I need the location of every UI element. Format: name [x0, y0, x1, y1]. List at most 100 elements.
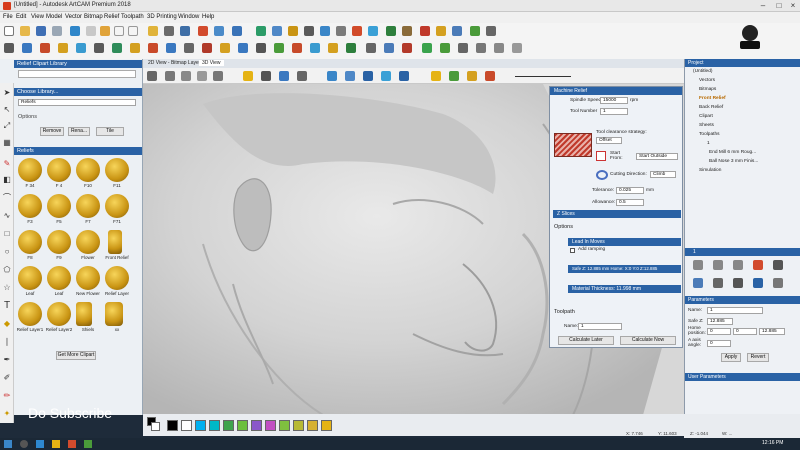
edit-icon[interactable] — [713, 278, 723, 288]
toolbar-icon-12[interactable] — [436, 26, 446, 36]
toolbar-icon-8[interactable] — [368, 26, 378, 36]
gradient-icon[interactable] — [485, 71, 495, 81]
tab-3d-view[interactable]: 3D View — [199, 60, 224, 66]
move-up-icon[interactable] — [693, 260, 703, 270]
bitmap-tool-icon[interactable] — [232, 26, 242, 36]
get-more-clipart-button[interactable]: Get More Clipart — [56, 351, 96, 360]
marker-icon[interactable]: ✏ — [2, 391, 12, 401]
arrow-up-icon[interactable] — [713, 260, 723, 270]
scale-icon[interactable] — [366, 43, 376, 53]
swatch-yellow[interactable] — [321, 420, 332, 431]
param-home-x[interactable]: 0 — [707, 328, 731, 335]
node-edit-icon[interactable] — [40, 43, 50, 53]
toolbar-icon-2[interactable] — [272, 26, 282, 36]
library-select[interactable]: Reliefs — [18, 99, 136, 106]
tree-untitled[interactable]: (Untitled) — [693, 69, 712, 74]
import-icon[interactable] — [52, 26, 62, 36]
relief-thumb-flower[interactable] — [76, 230, 100, 254]
calculate-now-button[interactable]: Calculate Now — [620, 336, 676, 345]
tree-front-relief[interactable]: Front Relief — [699, 96, 726, 101]
text-tool-icon[interactable] — [220, 43, 230, 53]
relief-thumb-f9[interactable] — [47, 230, 71, 254]
relief-view-icon[interactable] — [327, 71, 337, 81]
offset-icon[interactable] — [112, 43, 122, 53]
tree-back-relief[interactable]: Back Relief — [699, 105, 723, 110]
relief-thumb-relief-layer[interactable] — [105, 266, 129, 290]
relief-tool-icon[interactable] — [214, 26, 224, 36]
save-toolpath-icon[interactable] — [753, 278, 763, 288]
color-icon[interactable] — [467, 71, 477, 81]
spindle-speed-input[interactable]: 15000 — [600, 97, 628, 104]
sculpt-icon[interactable] — [292, 43, 302, 53]
swatch-white[interactable] — [181, 420, 192, 431]
tree-sheets[interactable]: Sheets — [699, 123, 714, 128]
pen-icon[interactable]: ✎ — [2, 159, 12, 169]
menu-help[interactable]: Help — [202, 14, 214, 20]
maximize-icon[interactable]: □ — [772, 1, 786, 11]
remove-button[interactable]: Remove — [40, 127, 64, 136]
pointer-icon[interactable]: ➤ — [2, 88, 12, 98]
toolbar-icon-7[interactable] — [352, 26, 362, 36]
sim-view-icon[interactable] — [381, 71, 391, 81]
tree-clipart[interactable]: Clipart — [699, 114, 713, 119]
swatch-olive[interactable] — [293, 420, 304, 431]
revert-button[interactable]: Revert — [747, 353, 769, 362]
block-view-icon[interactable] — [399, 71, 409, 81]
swatch-yellowgreen[interactable] — [279, 420, 290, 431]
wireframe-icon[interactable] — [297, 71, 307, 81]
param-axis-input[interactable]: 0 — [707, 340, 731, 347]
shade-icon[interactable] — [261, 71, 271, 81]
print-icon[interactable] — [148, 26, 158, 36]
undo-icon[interactable] — [114, 26, 124, 36]
paste-icon[interactable] — [100, 26, 110, 36]
group-icon[interactable] — [166, 43, 176, 53]
toolbar-icon-9[interactable] — [386, 26, 396, 36]
copy-icon[interactable] — [86, 26, 96, 36]
node-select-icon[interactable]: ↖ — [2, 105, 12, 115]
z-slices-section[interactable]: Z Slices — [553, 210, 681, 218]
tab-2d-bitmap[interactable]: 2D View - Bitmap Layer — [145, 60, 203, 66]
menu-relief[interactable]: Relief — [104, 14, 119, 20]
open-folder-icon[interactable] — [20, 26, 30, 36]
dropper-icon[interactable]: ✒ — [2, 355, 12, 365]
polygon-icon[interactable]: ⬠ — [2, 265, 12, 275]
relief-thumb-f34[interactable] — [18, 158, 42, 182]
material-icon[interactable] — [431, 71, 441, 81]
toolbar-icon-11[interactable] — [420, 26, 430, 36]
delete-toolpath-icon[interactable] — [753, 260, 763, 270]
taskview-icon[interactable] — [36, 440, 44, 448]
swatch-purple[interactable] — [251, 420, 262, 431]
light-icon[interactable] — [243, 71, 253, 81]
rectangle-icon[interactable]: □ — [2, 229, 12, 239]
selection-view-icon[interactable] — [363, 71, 373, 81]
tree-toolpaths[interactable]: Toolpaths — [699, 132, 720, 137]
view-side-icon[interactable] — [197, 71, 207, 81]
choose-library-header[interactable]: Choose Library... — [14, 88, 142, 96]
zoom-fit-icon[interactable] — [147, 71, 157, 81]
tree-simulation[interactable]: Simulation — [699, 168, 721, 173]
relief-thumb-relief-layer1[interactable] — [18, 302, 42, 326]
menu-model[interactable]: Model — [46, 14, 62, 20]
tree-end-mill[interactable]: End Mill 6 mm Roug... — [709, 150, 756, 155]
simulate-icon[interactable] — [733, 278, 743, 288]
toolbar-icon-3[interactable] — [288, 26, 298, 36]
toolbar-icon-10[interactable] — [402, 26, 412, 36]
swatch-magenta[interactable] — [265, 420, 276, 431]
toolbar-icon-1[interactable] — [256, 26, 266, 36]
render-icon[interactable] — [449, 71, 459, 81]
arrow-down-icon[interactable] — [733, 260, 743, 270]
bezier-icon[interactable]: ∿ — [2, 211, 12, 221]
wave-icon[interactable] — [512, 43, 522, 53]
weld-icon[interactable] — [94, 43, 104, 53]
add-icon[interactable] — [422, 43, 432, 53]
material-thickness-section[interactable]: Material Thickness: 11.998 mm — [568, 285, 681, 293]
snap-icon[interactable] — [202, 43, 212, 53]
measure-icon[interactable] — [184, 43, 194, 53]
trim-icon[interactable] — [148, 43, 158, 53]
start-from-select[interactable]: Start Outside — [636, 153, 678, 160]
param-home-z[interactable]: 12.885 — [759, 328, 785, 335]
cut-icon[interactable] — [70, 26, 80, 36]
new-file-icon[interactable] — [4, 26, 14, 36]
calculate-later-button[interactable]: Calculate Later — [558, 336, 614, 345]
tree-vectors[interactable]: Vectors — [699, 78, 715, 83]
